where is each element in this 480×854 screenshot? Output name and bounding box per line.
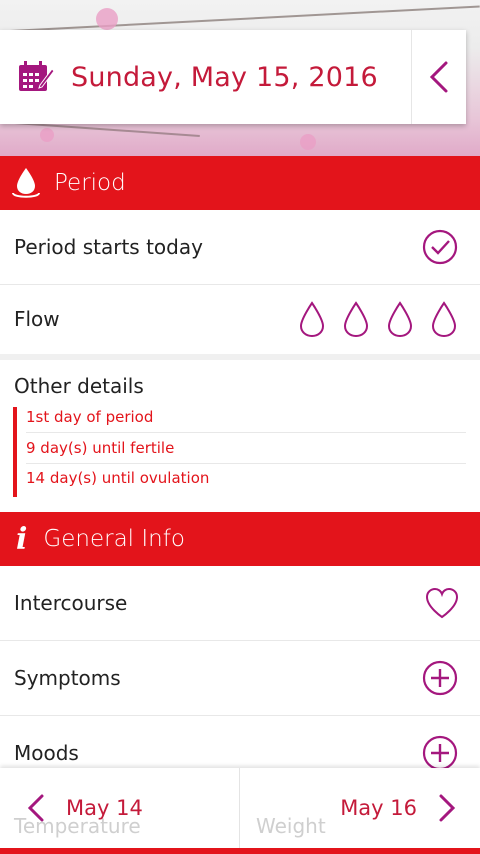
flow-label: Flow — [14, 307, 60, 331]
flow-drop-icon-3[interactable] — [382, 299, 418, 339]
previous-day-button[interactable]: May 14 — [0, 768, 240, 848]
drop-icon — [10, 165, 42, 201]
intercourse-row[interactable]: Intercourse — [0, 566, 480, 641]
date-title: Sunday, May 15, 2016 — [71, 61, 378, 93]
back-button[interactable] — [411, 30, 466, 124]
chevron-left-icon — [27, 794, 44, 822]
details-accent-bar — [13, 407, 17, 497]
section-divider — [0, 354, 480, 360]
detail-item: 9 day(s) until fertile — [26, 433, 466, 464]
flow-drop-icon-1[interactable] — [294, 299, 330, 339]
period-section-header: Period — [0, 156, 480, 210]
add-mood-icon[interactable] — [422, 735, 458, 771]
date-header: Sunday, May 15, 2016 — [0, 30, 466, 124]
general-section-title: General Info — [43, 526, 185, 552]
bottom-accent-bar — [0, 848, 480, 854]
chevron-right-icon — [439, 794, 456, 822]
check-circle-icon[interactable] — [422, 229, 458, 265]
next-day-button[interactable]: May 16 — [240, 768, 479, 848]
flow-drop-icon-2[interactable] — [338, 299, 374, 339]
previous-day-label: May 14 — [66, 796, 143, 820]
day-navigation: Temperature Weight May 14 May 16 — [0, 768, 480, 848]
chevron-left-icon — [429, 61, 448, 93]
add-symptom-icon[interactable] — [422, 660, 458, 696]
next-day-label: May 16 — [340, 796, 417, 820]
flow-drops — [294, 299, 462, 339]
info-icon: i — [16, 521, 28, 557]
moods-label: Moods — [14, 741, 79, 765]
detail-item: 14 day(s) until ovulation — [26, 469, 210, 487]
period-starts-label: Period starts today — [14, 235, 203, 259]
period-section-title: Period — [54, 170, 126, 196]
flow-row: Flow — [0, 285, 480, 353]
general-section-header: i General Info — [0, 512, 480, 566]
period-starts-row[interactable]: Period starts today — [0, 210, 480, 285]
other-details: Other details 1st day of period 9 day(s)… — [0, 362, 480, 512]
symptoms-label: Symptoms — [14, 666, 121, 690]
calendar-edit-icon[interactable] — [18, 59, 55, 95]
other-details-label: Other details — [14, 374, 144, 398]
flow-drop-icon-4[interactable] — [426, 299, 462, 339]
symptoms-row[interactable]: Symptoms — [0, 641, 480, 716]
intercourse-label: Intercourse — [14, 591, 128, 615]
heart-icon[interactable] — [424, 586, 460, 620]
detail-item: 1st day of period — [26, 402, 466, 433]
